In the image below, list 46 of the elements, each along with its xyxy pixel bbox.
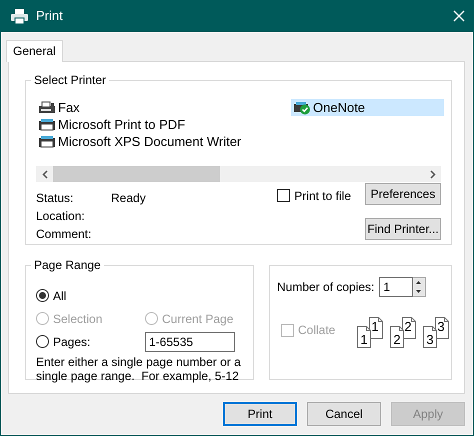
printer-item[interactable]: Microsoft Print to PDF [36,116,291,133]
scroll-right-icon[interactable] [430,170,436,178]
field-label: Comment: [36,226,92,243]
page-number: 2 [404,320,412,334]
printer-item[interactable]: Fax [36,99,291,116]
group-title: Page Range [31,258,104,272]
horizontal-scrollbar[interactable] [36,166,441,182]
page-number: 2 [393,333,401,347]
find-printer-button[interactable]: Find Printer... [365,218,441,240]
page-number: 1 [371,320,379,334]
scroll-left-icon[interactable] [42,170,48,178]
printer-check-icon [293,100,311,114]
field-label: Location: [36,208,86,225]
printer-item[interactable]: Microsoft XPS Document Writer [36,133,291,150]
checkbox[interactable] [277,189,290,202]
checkbox-label: Print to file [294,188,351,205]
printer-item[interactable]: OneNote [291,99,444,116]
status-value: Ready [111,190,146,207]
printer-icon [38,134,56,148]
fax-icon [38,100,56,114]
close-icon[interactable] [453,10,465,22]
scrollbar-thumb[interactable] [53,166,220,182]
radio-label: Current Page [162,310,234,328]
hint-text: Enter either a single page number or a single page range. For example, 5-12 [36,355,242,383]
radio-label: All [53,288,66,304]
copies-field[interactable]: 1 [379,277,414,297]
spinner-control[interactable] [413,277,426,297]
radio-label: Pages: [53,334,90,350]
printer-icon [11,8,28,24]
dialog-button[interactable]: Cancel [307,402,381,426]
window-title: Print [36,7,63,26]
copies-label: Number of copies: [277,279,374,296]
radio-button[interactable] [36,335,49,348]
radio-button[interactable] [36,289,49,302]
radio-label: Selection [53,310,102,328]
preferences-button[interactable]: Preferences [365,183,441,205]
field-label: Status: [36,190,74,207]
pages-field[interactable]: 1-65535 [145,332,235,352]
checkbox-label: Collate [298,322,336,339]
page-number: 3 [437,320,445,334]
printer-icon [38,118,56,132]
dialog-button[interactable]: Print [223,402,297,426]
page-number: 3 [426,333,434,347]
tab[interactable]: General [6,40,63,62]
group-title: Select Printer [31,73,110,87]
page-number: 1 [360,333,368,347]
